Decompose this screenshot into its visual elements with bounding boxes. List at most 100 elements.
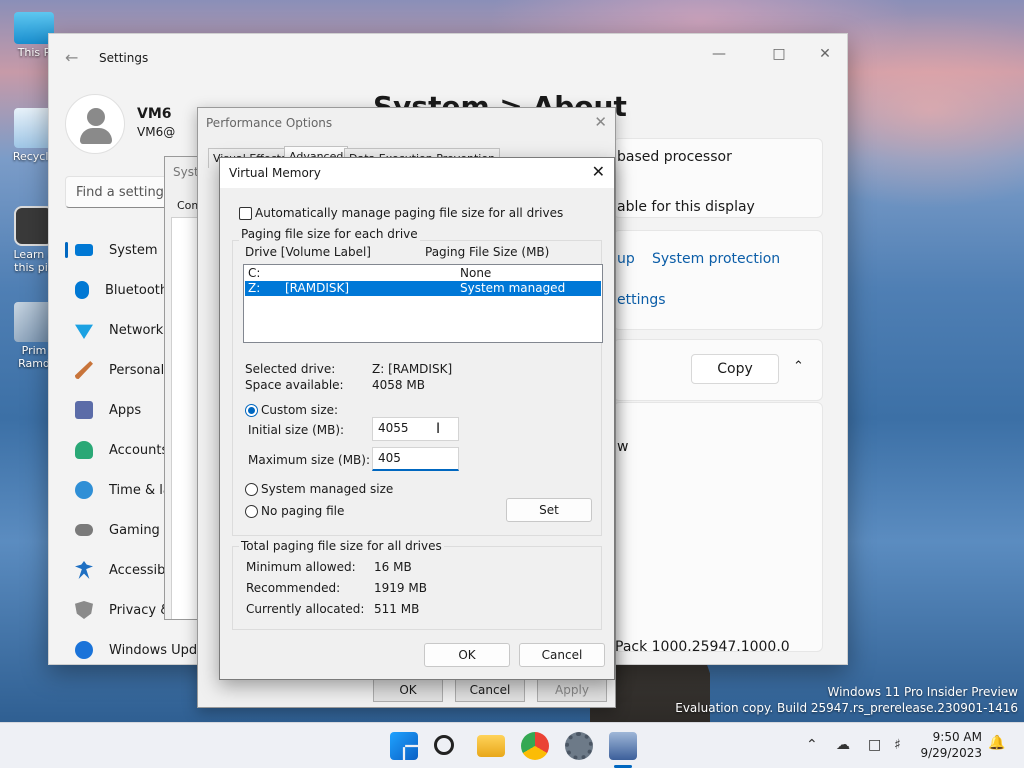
nav-item-label: Personali: [109, 362, 168, 378]
space-available-label: Space available:: [245, 378, 344, 392]
max-size-input[interactable]: 405: [372, 447, 459, 471]
recommended-label: Recommended:: [246, 581, 341, 595]
perf-apply-button[interactable]: Apply: [537, 679, 607, 702]
copy-button[interactable]: Copy: [691, 354, 779, 384]
backup-link[interactable]: up: [617, 251, 635, 267]
virtual-memory-dialog: Virtual Memory ✕ Automatically manage pa…: [219, 157, 615, 680]
accessibility-icon: [75, 561, 93, 579]
drive-paging-size: System managed: [460, 281, 566, 295]
notification-bell-icon[interactable]: 🔔: [988, 735, 1005, 751]
related-links-card: [613, 230, 823, 330]
min-allowed-label: Minimum allowed:: [246, 560, 356, 574]
nav-item-label: Apps: [109, 402, 142, 418]
list-item[interactable]: C: None: [245, 266, 601, 281]
list-item[interactable]: Z: [RAMDISK] System managed: [245, 281, 601, 296]
nav-item-windows-update[interactable]: Windows Upda: [65, 630, 197, 670]
paging-file-group-title: Paging file size for each drive: [239, 227, 420, 241]
drive-paging-size: None: [460, 266, 492, 280]
nav-item-label: System: [109, 242, 158, 258]
chevron-up-icon[interactable]: ⌃: [793, 359, 804, 374]
windows-specs-card: [613, 402, 823, 652]
volume-muted-icon[interactable]: ♯: [894, 737, 901, 753]
selected-drive-label: Selected drive:: [245, 362, 336, 376]
experience-pack-text: Pack 1000.25947.1000.0: [615, 639, 790, 655]
chrome-icon[interactable]: [521, 732, 549, 760]
shield-icon: [75, 601, 93, 619]
max-size-label: Maximum size (MB):: [248, 453, 371, 467]
avatar[interactable]: [65, 94, 125, 154]
perf-cancel-button[interactable]: Cancel: [455, 679, 525, 702]
total-paging-group-title: Total paging file size for all drives: [239, 539, 444, 553]
nav-item-label: Accounts: [109, 442, 169, 458]
nav-item-label: Gaming: [109, 522, 160, 538]
system-managed-radio[interactable]: [245, 483, 258, 496]
min-allowed-value: 16 MB: [374, 560, 412, 574]
system-protection-link[interactable]: System protection: [652, 251, 780, 267]
search-icon[interactable]: [434, 735, 454, 755]
initial-size-label: Initial size (MB):: [248, 423, 345, 437]
display-icon[interactable]: □: [868, 737, 881, 753]
processor-text: based processor: [617, 149, 732, 165]
spec-fragment: w: [617, 439, 629, 455]
allocated-label: Currently allocated:: [246, 602, 365, 616]
back-arrow-icon[interactable]: ←: [65, 48, 78, 67]
drive-letter: Z:: [248, 281, 261, 295]
perf-ok-button[interactable]: OK: [373, 679, 443, 702]
custom-size-label[interactable]: Custom size:: [261, 403, 338, 417]
maximize-icon[interactable]: □: [765, 42, 793, 66]
file-explorer-icon[interactable]: [477, 735, 505, 757]
system-managed-label[interactable]: System managed size: [261, 482, 393, 496]
virtual-memory-titlebar: Virtual Memory ✕: [220, 158, 614, 188]
custom-size-radio[interactable]: [245, 404, 258, 417]
nav-item-label: Privacy &: [109, 602, 171, 618]
no-paging-label[interactable]: No paging file: [261, 504, 344, 518]
system-icon: [75, 244, 93, 256]
recommended-value: 1919 MB: [374, 581, 427, 595]
user-email: VM6@colla: [137, 125, 175, 139]
advanced-settings-link[interactable]: ettings: [617, 292, 666, 308]
network-icon: [75, 324, 93, 339]
close-icon[interactable]: ✕: [592, 162, 605, 181]
nav-item-label: Windows Upda: [109, 642, 197, 658]
chevron-up-icon[interactable]: ⌃: [806, 737, 818, 753]
close-icon[interactable]: ✕: [811, 42, 839, 66]
close-icon[interactable]: ✕: [594, 113, 607, 131]
minimize-icon[interactable]: —: [705, 42, 733, 66]
drive-letter: C:: [248, 266, 261, 280]
settings-title: Settings: [99, 51, 149, 65]
user-name: VM6: [137, 106, 172, 122]
allocated-value: 511 MB: [374, 602, 420, 616]
set-button[interactable]: Set: [506, 498, 592, 522]
vm-cancel-button[interactable]: Cancel: [519, 643, 605, 667]
nav-item-label: Accessibi: [109, 562, 169, 578]
clock-date: 9/29/2023: [920, 746, 982, 760]
space-available-value: 4058 MB: [372, 378, 425, 392]
bluetooth-icon: [75, 281, 89, 299]
apps-icon: [75, 401, 93, 419]
taskbar: ⌃ ☁ □ ♯ 9:50 AM 9/29/2023 🔔: [0, 722, 1024, 768]
auto-manage-label[interactable]: Automatically manage paging file size fo…: [255, 206, 563, 220]
network-status-icon[interactable]: ☁: [836, 737, 850, 753]
virtual-memory-title: Virtual Memory: [229, 166, 321, 180]
personalization-icon: [75, 361, 93, 379]
windows-update-icon: [75, 641, 93, 659]
auto-manage-checkbox[interactable]: [239, 207, 252, 220]
drive-list[interactable]: C: None Z: [RAMDISK] System managed: [243, 264, 603, 343]
vm-ok-button[interactable]: OK: [424, 643, 510, 667]
time-language-icon: [75, 481, 93, 499]
no-paging-radio[interactable]: [245, 505, 258, 518]
selected-drive-value: Z: [RAMDISK]: [372, 362, 453, 376]
drive-label: [RAMDISK]: [285, 281, 350, 295]
clock[interactable]: 9:50 AM 9/29/2023: [920, 729, 982, 761]
watermark-line1: Windows 11 Pro Insider Preview: [827, 685, 1018, 699]
start-icon[interactable]: [390, 732, 418, 760]
performance-options-title: Performance Options: [206, 116, 333, 130]
drive-column-header: Drive [Volume Label]: [245, 245, 371, 259]
system-properties-icon[interactable]: [609, 732, 637, 760]
initial-size-input[interactable]: 4055: [372, 417, 459, 441]
nav-item-label: Network: [109, 322, 164, 338]
settings-icon[interactable]: [565, 732, 593, 760]
nav-item-label: Time & la: [109, 482, 171, 498]
accounts-icon: [75, 441, 93, 459]
clock-time: 9:50 AM: [932, 730, 982, 744]
